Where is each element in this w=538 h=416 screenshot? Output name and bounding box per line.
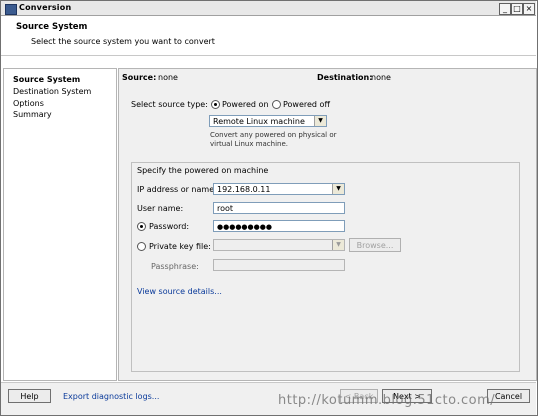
- view-source-details-link[interactable]: View source details...: [137, 287, 222, 296]
- powered-off-radio[interactable]: [272, 100, 281, 109]
- browse-button[interactable]: Browse...: [349, 238, 401, 252]
- destination-label: Destination:: [317, 73, 373, 82]
- ip-address-value: 192.168.0.11: [217, 185, 271, 194]
- private-key-label[interactable]: Private key file:: [149, 242, 211, 251]
- nav-item-destination-system[interactable]: Destination System: [13, 87, 91, 96]
- ip-label: IP address or name:: [137, 185, 217, 194]
- dropdown-arrow-icon[interactable]: ▼: [314, 116, 326, 126]
- username-input[interactable]: root: [213, 202, 345, 214]
- password-label[interactable]: Password:: [149, 222, 189, 231]
- wizard-steps-nav: Source System Destination System Options…: [3, 68, 117, 381]
- private-key-file-combo[interactable]: ▼: [213, 239, 345, 251]
- passphrase-label: Passphrase:: [151, 262, 199, 271]
- title-bar[interactable]: Conversion _ □ ×: [1, 1, 536, 16]
- source-type-label: Select source type:: [131, 100, 208, 109]
- page-subtitle: Select the source system you want to con…: [31, 37, 215, 46]
- source-label: Source:: [122, 73, 157, 82]
- window-title: Conversion: [19, 3, 72, 12]
- source-value: none: [158, 73, 178, 82]
- nav-item-options[interactable]: Options: [13, 99, 44, 108]
- machine-type-description: Convert any powered on physical or virtu…: [210, 131, 337, 148]
- username-label: User name:: [137, 204, 184, 213]
- ip-address-combo[interactable]: 192.168.0.11 ▼: [213, 183, 345, 195]
- dropdown-arrow-icon[interactable]: ▼: [332, 184, 344, 194]
- watermark-text: http://kotumm.blog.51cto.com/: [278, 393, 496, 408]
- close-button[interactable]: ×: [523, 3, 535, 15]
- maximize-button[interactable]: □: [511, 3, 523, 15]
- powered-on-label[interactable]: Powered on: [222, 100, 269, 109]
- powered-on-radio[interactable]: [211, 100, 220, 109]
- page-title: Source System: [16, 22, 88, 32]
- wizard-header: Source System Select the source system y…: [1, 16, 536, 56]
- nav-item-source-system[interactable]: Source System: [13, 75, 80, 84]
- password-radio[interactable]: [137, 222, 146, 231]
- private-key-radio[interactable]: [137, 242, 146, 251]
- powered-off-label[interactable]: Powered off: [283, 100, 330, 109]
- passphrase-input[interactable]: [213, 259, 345, 271]
- destination-value: none: [371, 73, 391, 82]
- group-title: Specify the powered on machine: [135, 166, 271, 175]
- machine-type-select[interactable]: Remote Linux machine ▼: [209, 115, 327, 127]
- help-button[interactable]: Help: [8, 389, 51, 403]
- app-icon: [5, 4, 17, 15]
- minimize-button[interactable]: _: [499, 3, 511, 15]
- machine-type-value: Remote Linux machine: [213, 117, 305, 126]
- export-diagnostic-logs-link[interactable]: Export diagnostic logs...: [63, 392, 159, 401]
- password-input[interactable]: ●●●●●●●●●: [213, 220, 345, 232]
- nav-item-summary[interactable]: Summary: [13, 110, 52, 119]
- dropdown-arrow-icon[interactable]: ▼: [332, 240, 344, 250]
